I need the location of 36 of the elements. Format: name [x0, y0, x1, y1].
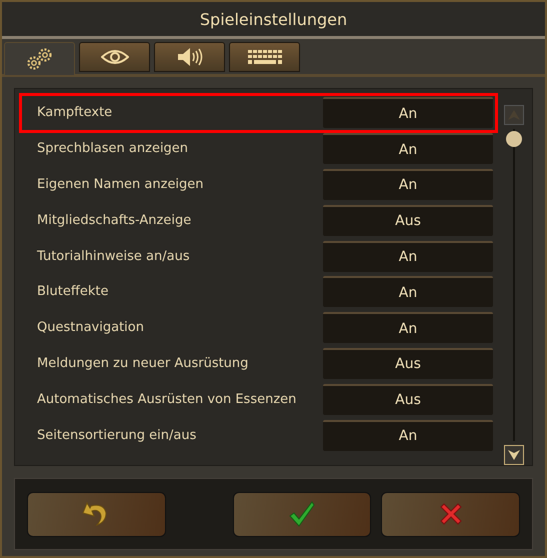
tab[interactable]	[4, 42, 75, 76]
close-icon	[438, 502, 463, 526]
scroll-down-button[interactable]	[504, 445, 524, 465]
toggle-button[interactable]: Aus	[323, 204, 493, 236]
tab[interactable]	[79, 42, 150, 72]
tab[interactable]	[154, 42, 225, 72]
setting-label: Mitgliedschafts-Anzeige	[36, 212, 192, 228]
setting-label: Automatisches Ausrüsten von Essenzen	[36, 392, 298, 407]
setting-label: Questnavigation	[36, 320, 145, 336]
reset-button[interactable]	[27, 492, 166, 536]
scrollbar-thumb[interactable]	[506, 131, 522, 147]
setting-label: Tutorialhinweise an/aus	[36, 248, 191, 264]
down-arrow-icon	[508, 450, 520, 460]
gears-icon	[24, 46, 54, 72]
setting-label: Meldungen zu neuer Ausrüstung	[36, 356, 250, 371]
check-icon	[288, 501, 315, 527]
toggle-button[interactable]: An	[323, 133, 493, 164]
toggle-button[interactable]: Aus	[323, 384, 493, 415]
toggle-button[interactable]: An	[323, 312, 493, 344]
setting-label: Seitensortierung ein/aus	[36, 428, 198, 443]
eye-icon	[100, 49, 128, 65]
toggle-button[interactable]: An	[323, 168, 493, 200]
tab[interactable]	[229, 42, 300, 72]
window-title: Spieleinstellungen	[200, 10, 348, 28]
speaker-icon	[176, 47, 202, 67]
keyboard-icon	[246, 49, 282, 65]
toggle-button[interactable]: An	[323, 240, 493, 272]
toggle-button[interactable]: An	[323, 97, 493, 128]
setting-label: Bluteffekte	[36, 284, 110, 300]
setting-label: Kampftexte	[36, 105, 114, 120]
toggle-button[interactable]: An	[323, 276, 493, 308]
toggle-button[interactable]: An	[323, 420, 493, 451]
setting-label: Sprechblasen anzeigen	[36, 141, 190, 156]
setting-label: Eigenen Namen anzeigen	[36, 176, 205, 192]
toggle-button[interactable]: Aus	[323, 348, 493, 379]
cancel-button[interactable]	[381, 492, 520, 536]
